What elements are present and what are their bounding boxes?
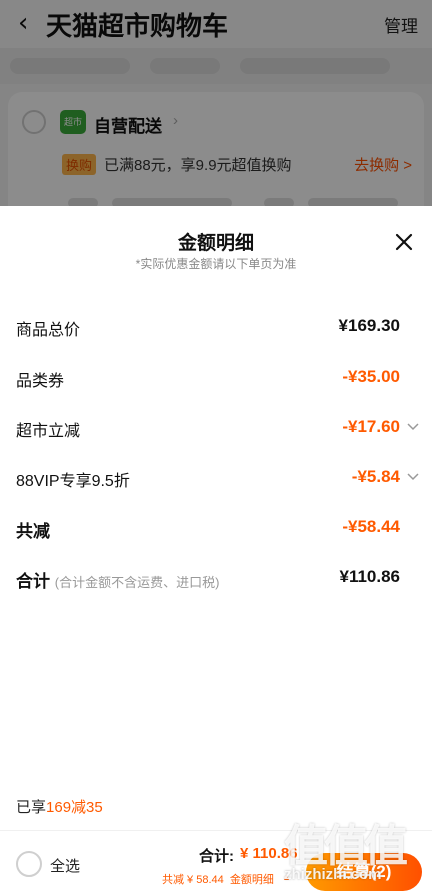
sheet-title: 金额明细: [177, 233, 254, 254]
amount-detail-sheet: 金额明细 *实际优惠金额请以下单页为准 商品总价 ¥169.30 品类券 -¥3…: [0, 206, 432, 894]
applied-promo-prefix: 已享: [16, 799, 47, 816]
row-value: -¥35.00: [342, 367, 400, 386]
row-supermarket-discount[interactable]: 超市立减 -¥17.60: [0, 413, 432, 443]
sheet-subtitle: *实际优惠金额请以下单页为准: [135, 257, 297, 271]
watermark-logo: 值值值: [284, 822, 408, 871]
row-category-coupon: 品类券 -¥35.00: [0, 363, 432, 393]
select-all-label[interactable]: 全选: [50, 855, 80, 876]
row-label: 共减: [16, 522, 50, 541]
dim-overlay[interactable]: [0, 0, 432, 208]
row-goods-total: 商品总价 ¥169.30: [0, 312, 432, 342]
row-grand-total: 合计 (合计金额不含运费、进口税) ¥110.86: [0, 563, 432, 593]
amount-detail-link[interactable]: 金额明细: [230, 874, 274, 886]
grand-total-label: 合计: [16, 572, 50, 591]
close-icon[interactable]: [392, 230, 416, 254]
grand-total-note: (合计金额不含运费、进口税): [54, 575, 220, 590]
row-label: 商品总价: [16, 322, 81, 339]
row-88vip-discount[interactable]: 88VIP专享9.5折 -¥5.84: [0, 463, 432, 493]
saved-amount: 共减 ¥ 58.44: [162, 874, 224, 886]
chevron-down-icon[interactable]: [406, 469, 420, 483]
chevron-down-icon[interactable]: [406, 419, 420, 433]
row-value: ¥169.30: [338, 316, 400, 335]
row-value: -¥58.44: [342, 517, 400, 536]
row-total-reduction: 共减 -¥58.44: [0, 513, 432, 543]
row-label: 合计 (合计金额不含运费、进口税): [16, 567, 219, 592]
row-value: -¥17.60: [342, 417, 400, 436]
select-all-radio[interactable]: [16, 851, 42, 877]
row-label: 超市立减: [16, 423, 81, 440]
row-label: 品类券: [16, 373, 65, 390]
applied-promo: 已享169减35: [16, 796, 103, 817]
row-value: ¥110.86: [339, 567, 400, 586]
watermark-url: zhizhizhi.com: [284, 866, 382, 883]
total-label: 合计:: [199, 848, 234, 865]
row-label: 88VIP专享9.5折: [16, 473, 130, 490]
saved-and-detail[interactable]: 共减 ¥ 58.44 金额明细: [162, 871, 274, 887]
row-value: -¥5.84: [351, 467, 400, 486]
applied-promo-value: 169减35: [46, 799, 103, 816]
